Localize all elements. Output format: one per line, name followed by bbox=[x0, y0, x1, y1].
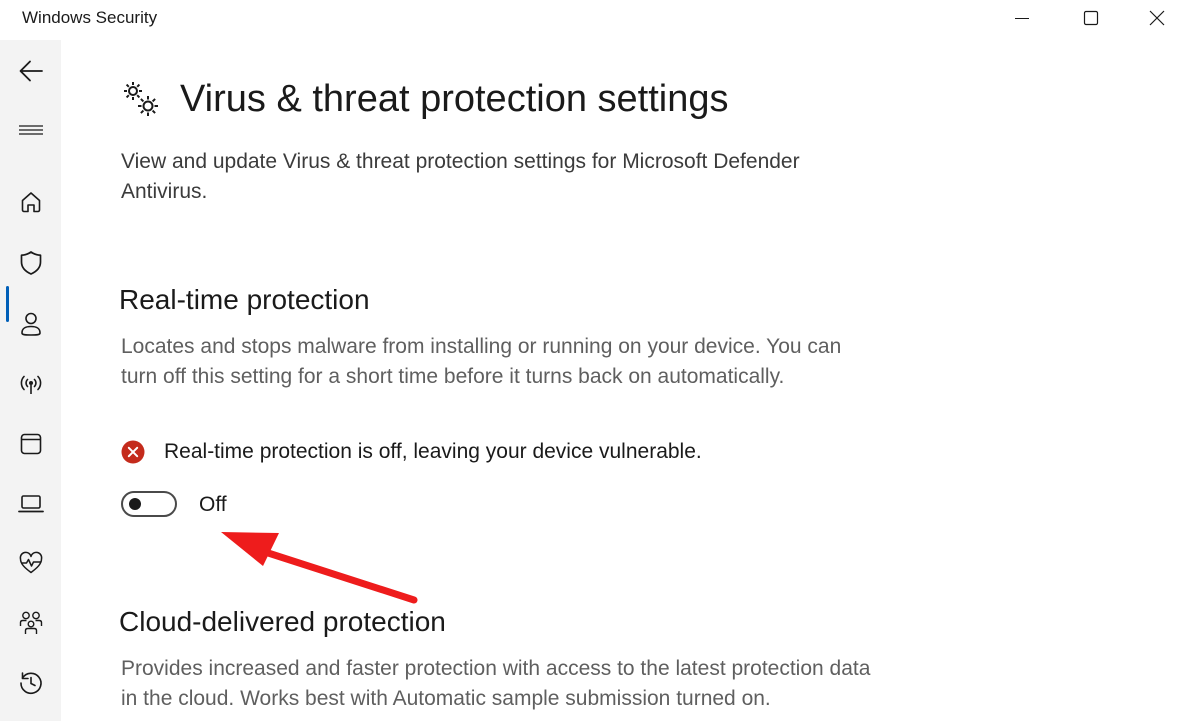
sidebar-item-account-protection[interactable] bbox=[8, 301, 54, 347]
shield-icon bbox=[20, 251, 42, 275]
sidebar-item-virus-threat-protection[interactable] bbox=[8, 240, 54, 286]
hamburger-menu-icon bbox=[19, 125, 43, 135]
realtime-toggle-state-label: Off bbox=[199, 493, 227, 516]
cloud-protection-description: Provides increased and faster protection… bbox=[121, 657, 871, 710]
wifi-broadcast-icon bbox=[20, 375, 42, 394]
cloud-protection-heading: Cloud-delivered protection bbox=[119, 606, 446, 637]
back-button[interactable] bbox=[8, 48, 54, 94]
minimize-icon bbox=[1015, 18, 1029, 19]
person-icon bbox=[21, 312, 41, 336]
page-description: View and update Virus & threat protectio… bbox=[121, 150, 800, 203]
sidebar bbox=[0, 40, 61, 721]
realtime-status: Real-time protection is off, leaving you… bbox=[121, 438, 702, 466]
sidebar-item-firewall-network[interactable] bbox=[8, 361, 54, 407]
close-button[interactable] bbox=[1126, 0, 1188, 36]
sidebar-item-device-performance-health[interactable] bbox=[8, 540, 54, 586]
page-title: Virus & threat protection settings bbox=[180, 78, 729, 120]
title-bar: Windows Security bbox=[0, 0, 1188, 40]
home-icon bbox=[21, 192, 41, 213]
gears-icon bbox=[124, 82, 158, 116]
sidebar-item-app-browser-control[interactable] bbox=[8, 421, 54, 467]
sidebar-item-protection-history[interactable] bbox=[8, 660, 54, 706]
error-x-icon bbox=[121, 440, 145, 464]
laptop-icon bbox=[18, 495, 44, 513]
maximize-button[interactable] bbox=[1057, 0, 1125, 36]
sidebar-item-home[interactable] bbox=[8, 179, 54, 225]
family-icon bbox=[19, 611, 43, 634]
back-arrow-icon bbox=[19, 60, 43, 82]
menu-button[interactable] bbox=[8, 107, 54, 153]
history-icon bbox=[20, 672, 42, 695]
minimize-button[interactable] bbox=[988, 0, 1056, 36]
app-window-icon bbox=[20, 433, 42, 455]
app-title: Windows Security bbox=[22, 8, 158, 27]
realtime-protection-toggle[interactable] bbox=[121, 491, 177, 517]
realtime-protection-description: Locates and stops malware from installin… bbox=[121, 335, 842, 388]
close-icon bbox=[1149, 10, 1165, 26]
main-content: Virus & threat protection settings View … bbox=[61, 40, 1188, 721]
maximize-icon bbox=[1083, 10, 1099, 26]
realtime-status-text: Real-time protection is off, leaving you… bbox=[164, 440, 702, 463]
sidebar-item-family-options[interactable] bbox=[8, 600, 54, 646]
sidebar-item-device-security[interactable] bbox=[8, 481, 54, 527]
heart-pulse-icon bbox=[19, 551, 43, 574]
toggle-knob bbox=[129, 498, 141, 510]
realtime-protection-heading: Real-time protection bbox=[119, 284, 370, 315]
